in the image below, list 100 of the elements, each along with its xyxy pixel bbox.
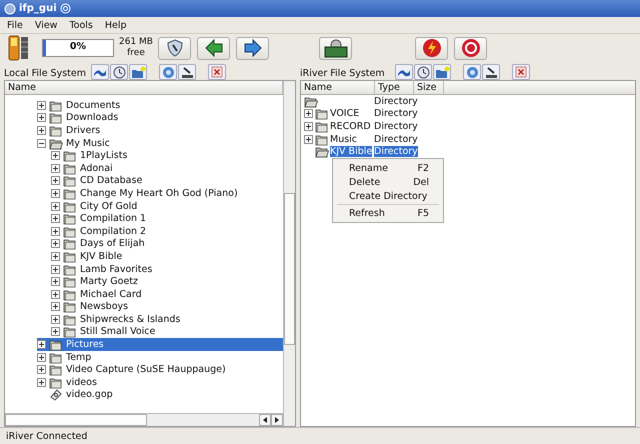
tree-item[interactable]: Lamb Favorites [79, 264, 154, 275]
folder-icon [63, 212, 77, 226]
delete-button[interactable] [512, 64, 530, 80]
expand-icon[interactable] [304, 134, 313, 144]
column-header[interactable]: Size [414, 81, 444, 94]
device-button[interactable] [319, 36, 352, 60]
folder-icon [63, 275, 77, 288]
tree-item[interactable]: Compilation 1 [79, 213, 148, 224]
status-text: iRiver Connected [6, 430, 88, 442]
new-folder-button[interactable] [433, 64, 451, 80]
expand-icon[interactable] [51, 290, 60, 299]
folder-icon [49, 376, 63, 389]
column-header[interactable]: Type [375, 81, 414, 94]
tree-item[interactable]: Pictures [65, 339, 105, 350]
menu-item[interactable]: View [34, 20, 58, 30]
tree-item[interactable]: Video Capture (SuSE Hauppauge) [65, 364, 227, 376]
expand-icon[interactable] [51, 252, 60, 261]
delete-button[interactable] [208, 64, 226, 80]
tree-item[interactable]: videos [65, 376, 98, 388]
tree-item[interactable]: 1PlayLists [79, 150, 128, 162]
tree-item[interactable]: Still Small Voice [79, 326, 156, 338]
new-folder-button[interactable] [129, 64, 147, 80]
tree-item[interactable]: My Music [65, 138, 111, 149]
folder-icon [315, 107, 329, 120]
expand-icon[interactable] [51, 239, 60, 248]
expand-icon[interactable] [37, 365, 46, 374]
folder-icon [49, 363, 63, 376]
tree-item[interactable]: Michael Card [79, 288, 143, 300]
left-arrow-icon [204, 39, 224, 57]
tree-item[interactable]: Drivers [65, 124, 102, 136]
menu-item[interactable]: Refresh F5 [333, 206, 443, 220]
tree-item[interactable]: Newsboys [79, 301, 130, 312]
scroll-right-icon[interactable] [271, 414, 283, 426]
expand-icon[interactable] [37, 100, 46, 110]
expand-icon[interactable] [51, 314, 60, 324]
folder-star-icon [434, 66, 450, 78]
menu-item[interactable]: Delete Del [333, 175, 443, 189]
tree-item[interactable]: Shipwrecks & Islands [79, 314, 182, 325]
expand-icon[interactable] [37, 113, 46, 122]
expand-icon[interactable] [51, 164, 60, 173]
expand-icon[interactable] [304, 109, 313, 118]
tree-item[interactable]: Documents [65, 100, 122, 111]
file-name[interactable]: Music [330, 134, 358, 145]
panel-title: Local File System [4, 68, 86, 80]
tree-item[interactable]: CD Database [79, 175, 144, 186]
expand-icon[interactable] [37, 340, 46, 350]
file-type: Directory [374, 108, 418, 120]
refresh-button[interactable] [110, 64, 128, 80]
tree-item[interactable]: Compilation 2 [79, 226, 148, 237]
file-name[interactable]: RECORD [330, 120, 371, 132]
back-button[interactable] [91, 64, 109, 80]
vertical-scrollbar[interactable] [283, 81, 295, 426]
expand-icon[interactable] [37, 126, 46, 135]
tree-item[interactable]: KJV Bible [79, 250, 124, 262]
tree-item[interactable]: Downloads [65, 112, 120, 124]
scroll-left-icon[interactable] [259, 414, 271, 426]
expand-icon[interactable] [51, 214, 60, 224]
tree-item[interactable]: Adonai [79, 162, 114, 174]
expand-icon[interactable] [51, 151, 60, 160]
app-icon [4, 2, 16, 14]
download-button[interactable] [197, 36, 230, 60]
expand-icon[interactable] [51, 327, 60, 336]
tree-item[interactable]: Marty Goetz [79, 276, 140, 288]
file-name[interactable]: KJV Bible [330, 146, 372, 158]
file-name[interactable]: VOICE [330, 108, 360, 120]
expand-icon[interactable] [51, 188, 60, 198]
properties-button[interactable] [178, 64, 196, 80]
expand-icon[interactable] [51, 302, 60, 312]
menu-item[interactable]: File [7, 20, 23, 30]
clock-icon [112, 66, 126, 78]
expand-icon[interactable] [37, 352, 46, 362]
expand-icon[interactable] [51, 176, 60, 186]
collapse-icon[interactable] [37, 138, 46, 148]
refresh-button[interactable] [414, 64, 432, 80]
expand-icon[interactable] [37, 378, 46, 387]
menu-item[interactable]: Create Directory [333, 189, 443, 203]
menu-item[interactable]: Tools [69, 20, 93, 30]
menu-item[interactable]: Help [104, 20, 127, 30]
panel-title: iRiver File System [300, 68, 385, 80]
expand-icon[interactable] [51, 226, 60, 236]
tree-item[interactable]: video.gop [65, 389, 114, 400]
tree-item[interactable]: Change My Heart Oh God (Piano) [79, 188, 239, 199]
tree-item[interactable]: Days of Elijah [79, 238, 146, 250]
back-button[interactable] [395, 64, 413, 80]
folder-icon [63, 237, 77, 250]
column-header[interactable]: Name [301, 81, 375, 94]
tree-item[interactable]: Temp [65, 352, 92, 363]
free-space-label: 261 MB free [118, 37, 154, 59]
expand-icon[interactable] [304, 122, 313, 131]
properties-button[interactable] [482, 64, 500, 80]
upload-button[interactable] [236, 36, 269, 60]
expand-icon[interactable] [51, 277, 60, 286]
horizontal-scrollbar[interactable] [5, 413, 283, 426]
expand-icon[interactable] [51, 202, 60, 211]
menu-item[interactable]: Rename F2 [333, 161, 443, 175]
format-button[interactable] [415, 36, 448, 60]
expand-icon[interactable] [51, 264, 60, 274]
tree-item[interactable]: City Of Gold [79, 200, 138, 212]
shield-button[interactable] [158, 36, 191, 60]
quit-button[interactable] [454, 36, 487, 60]
